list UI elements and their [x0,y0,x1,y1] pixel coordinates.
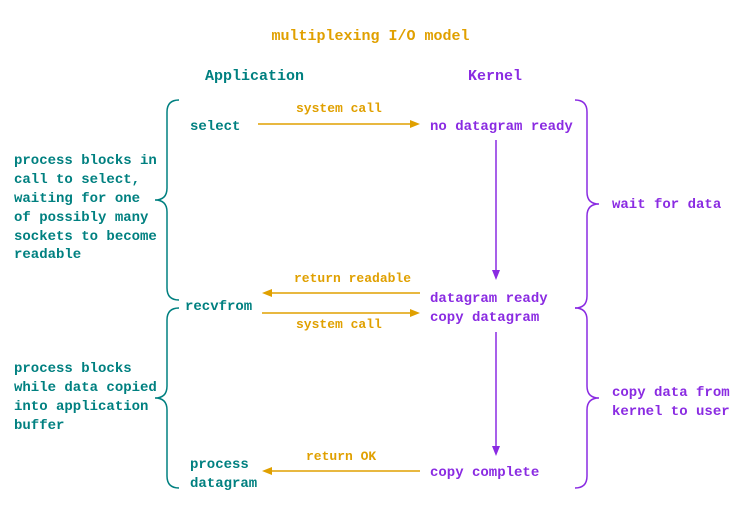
app-step-recvfrom: recvfrom [185,298,252,317]
left-note-2: process blocks while data copied into ap… [14,360,157,436]
header-application: Application [205,68,304,85]
arrow-label-syscall-1: system call [296,100,382,118]
arrow-kernel-wait [490,140,502,280]
arrow-return-ok [262,466,420,476]
app-step-process: process datagram [190,456,257,494]
left-brace-1 [155,100,181,300]
app-step-select: select [190,118,240,137]
right-note-1: wait for data [612,196,721,215]
arrow-label-return-readable: return readable [294,270,411,288]
arrow-return-readable [262,288,420,298]
diagram-title: multiplexing I/O model [0,28,741,45]
header-kernel: Kernel [468,68,522,85]
kernel-step-copy-complete: copy complete [430,464,539,483]
left-brace-2 [155,308,181,488]
right-brace-2 [575,308,601,488]
arrow-label-syscall-2: system call [296,316,382,334]
arrow-kernel-copy [490,332,502,456]
arrow-syscall-1 [258,119,420,129]
kernel-step-no-dg: no datagram ready [430,118,573,137]
right-note-2: copy data from kernel to user [612,384,730,422]
right-brace-1 [575,100,601,308]
arrow-label-return-ok: return OK [306,448,376,466]
kernel-step-dg-ready: datagram ready copy datagram [430,290,548,328]
left-note-1: process blocks in call to select, waitin… [14,152,157,265]
